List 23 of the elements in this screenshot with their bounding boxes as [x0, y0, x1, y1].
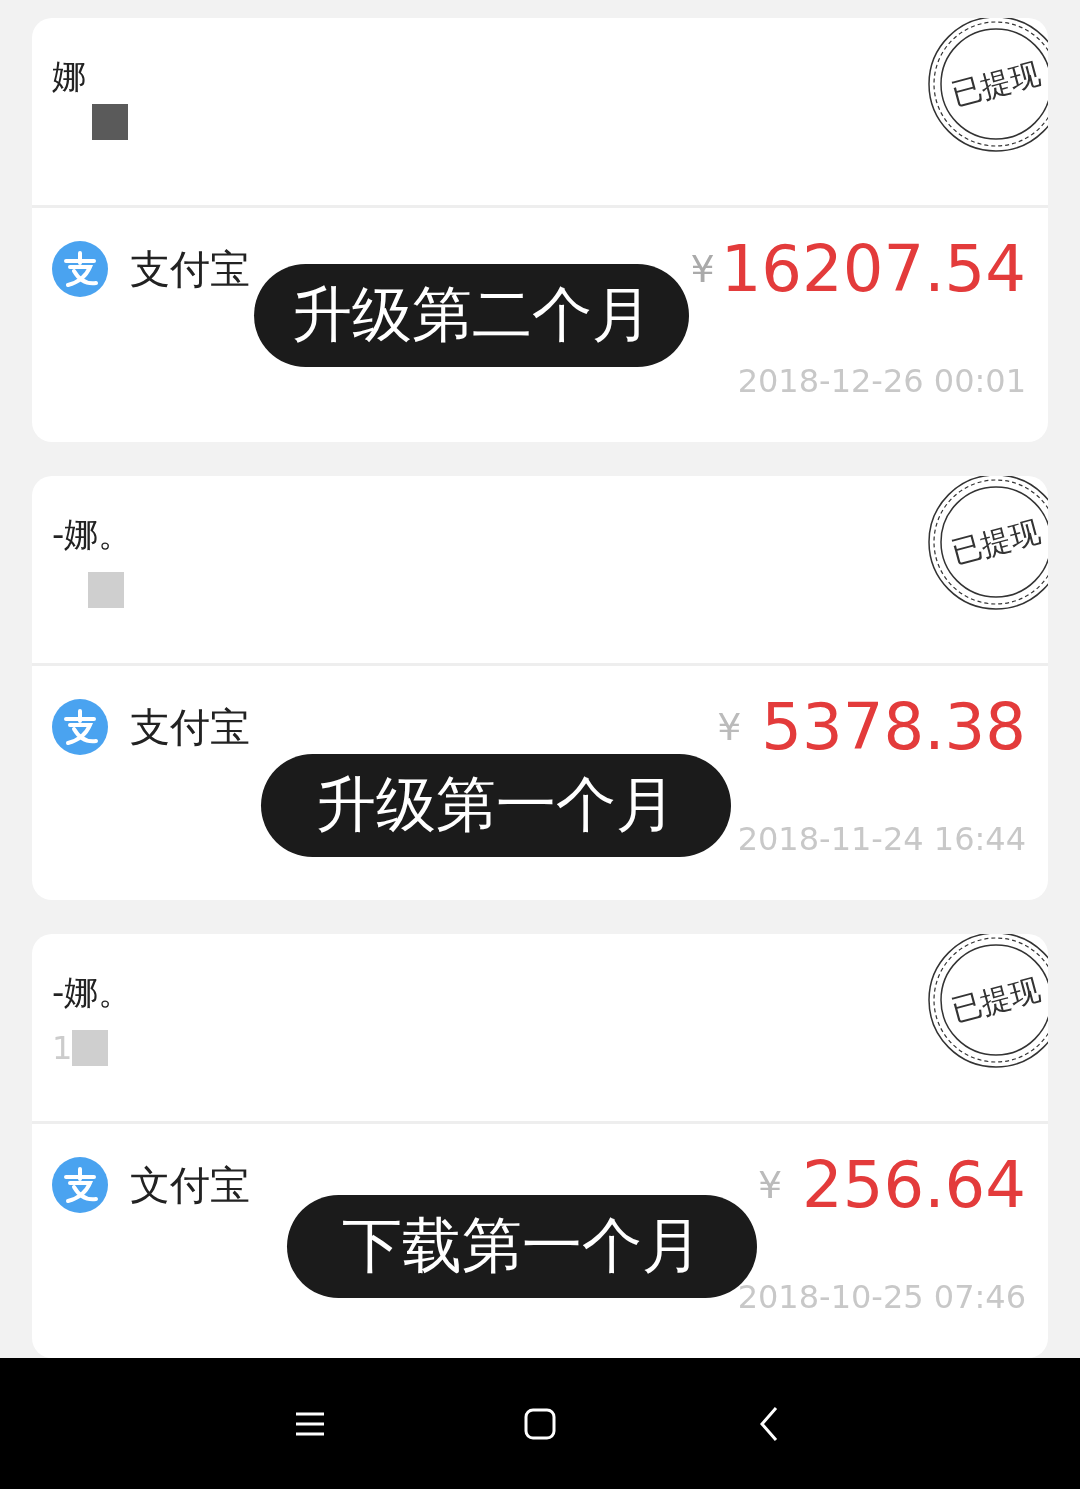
caption-label: 升级第一个月: [261, 754, 731, 857]
account-name: -娜。: [52, 513, 133, 556]
amount: 256.64: [802, 1148, 1026, 1222]
redaction-block: [72, 1030, 109, 1066]
payment-logo-icon: [52, 1157, 108, 1213]
currency-symbol: ¥: [757, 1163, 783, 1207]
payment-method: 文付宝: [130, 1160, 250, 1210]
payment-logo-icon: [52, 699, 108, 755]
amount: 16207.54: [720, 232, 1026, 306]
account-name: -娜。: [52, 971, 133, 1014]
currency-symbol: ¥: [717, 705, 742, 749]
redaction-block: [88, 572, 124, 608]
account-name: 娜: [52, 55, 86, 98]
payment-logo-icon: [52, 241, 108, 297]
redaction-block: [92, 104, 128, 140]
payment-method: 支付宝: [130, 244, 250, 294]
payment-method: 支付宝: [130, 702, 250, 752]
currency-symbol: ¥: [690, 247, 715, 291]
withdrawn-stamp: 已提现: [926, 18, 1048, 154]
withdrawn-stamp: 已提现: [926, 934, 1048, 1070]
caption-label: 升级第二个月: [254, 264, 689, 367]
amount: 5378.38: [761, 690, 1026, 764]
withdrawn-stamp: 已提现: [926, 476, 1048, 612]
